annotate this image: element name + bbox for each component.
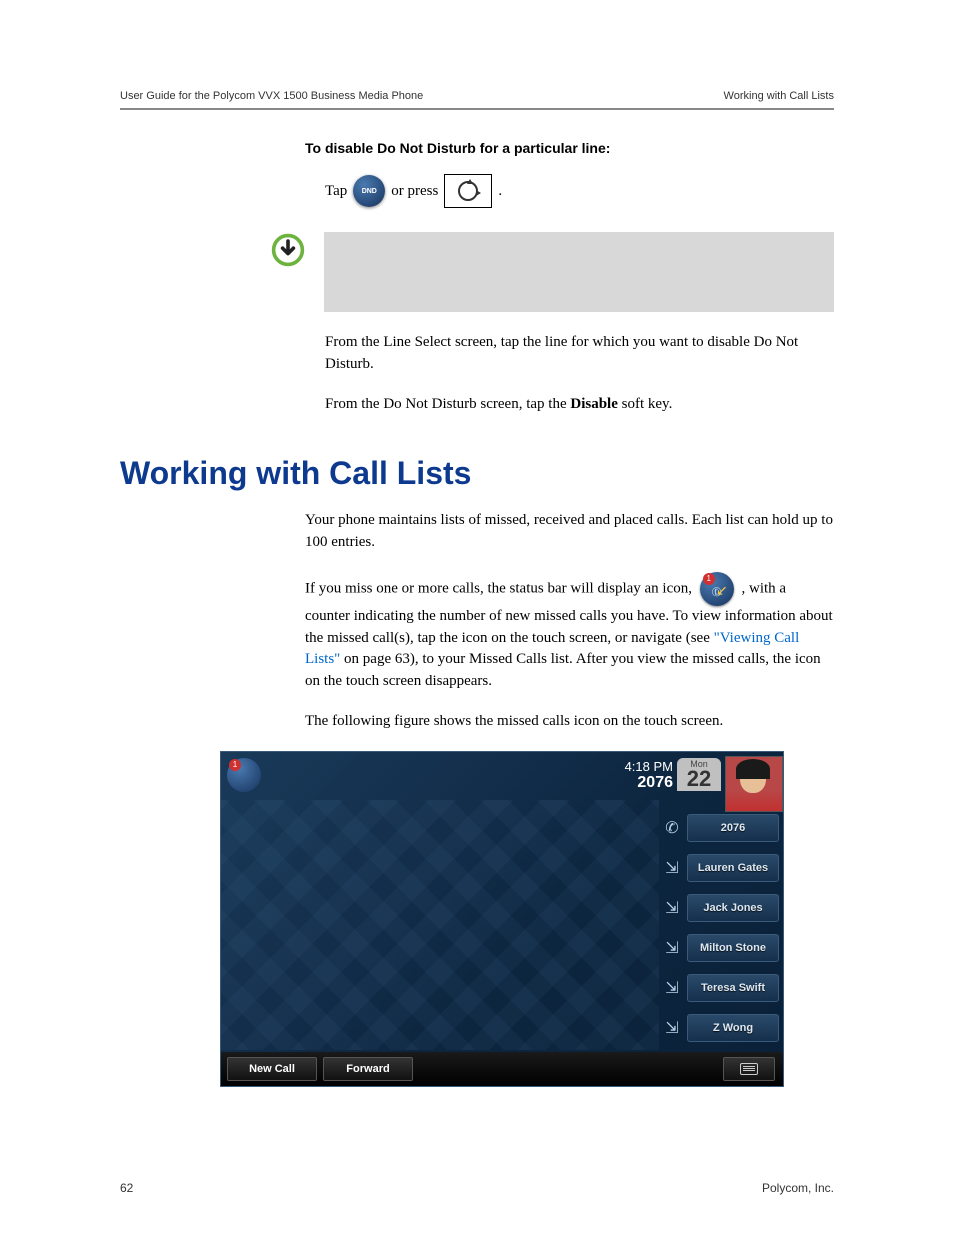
phone-time-block: 4:18 PM 2076	[625, 756, 673, 792]
calllist-para1: Your phone maintains lists of missed, re…	[305, 510, 834, 554]
speed-dial-icon: ⇲	[661, 937, 683, 959]
speed-dial-icon: ⇲	[661, 977, 683, 999]
page-number: 62	[120, 1181, 133, 1195]
page-header: User Guide for the Polycom VVX 1500 Busi…	[120, 90, 834, 110]
phone-day-num: 22	[677, 769, 721, 792]
calllist-para2: If you miss one or more calls, the statu…	[305, 572, 834, 693]
line-key-button[interactable]: 2076	[687, 814, 779, 842]
speed-dial-row[interactable]: ⇲ Teresa Swift	[661, 968, 783, 1008]
dnd-para2: From the Do Not Disturb screen, tap the …	[325, 394, 834, 416]
calllist-para3: The following figure shows the missed ca…	[305, 711, 834, 733]
speed-dial-row[interactable]: ⇲ Jack Jones	[661, 888, 783, 928]
dnd-hardkey-icon	[444, 174, 492, 208]
softkey-bar: New Call Forward	[221, 1052, 783, 1086]
speed-dial-icon: ⇲	[661, 857, 683, 879]
handset-icon: ✆	[661, 817, 683, 839]
phone-time: 4:18 PM	[625, 759, 673, 774]
speed-dial-icon: ⇲	[661, 1017, 683, 1039]
speed-dial-button[interactable]: Teresa Swift	[687, 974, 779, 1002]
menu-softkey[interactable]	[723, 1057, 775, 1081]
menu-icon	[740, 1063, 758, 1075]
period: .	[498, 183, 502, 200]
dnd-disable-heading: To disable Do Not Disturb for a particul…	[305, 140, 834, 156]
missed-calls-icon: 1 ↙ ✆	[700, 572, 734, 606]
phone-screenshot: 1 4:18 PM 2076 Mon 22 ✆ 2076 ⇲	[220, 751, 784, 1087]
speed-dial-row[interactable]: ⇲ Lauren Gates	[661, 848, 783, 888]
avatar	[725, 756, 783, 812]
note-icon	[270, 232, 306, 268]
note-box	[324, 232, 834, 312]
new-call-softkey[interactable]: New Call	[227, 1057, 317, 1081]
header-left: User Guide for the Polycom VVX 1500 Busi…	[120, 90, 423, 102]
forward-softkey[interactable]: Forward	[323, 1057, 413, 1081]
page-footer: 62 Polycom, Inc.	[120, 1181, 834, 1195]
speed-dial-button[interactable]: Milton Stone	[687, 934, 779, 962]
dnd-para1: From the Line Select screen, tap the lin…	[325, 332, 834, 376]
phone-sidebar: ✆ 2076 ⇲ Lauren Gates ⇲ Jack Jones ⇲ Mil…	[661, 808, 783, 1048]
line-key-row[interactable]: ✆ 2076	[661, 808, 783, 848]
speed-dial-row[interactable]: ⇲ Z Wong	[661, 1008, 783, 1048]
section-title-call-lists: Working with Call Lists	[120, 455, 834, 492]
note-row	[120, 232, 834, 312]
dnd-softkey-icon	[353, 175, 385, 207]
speed-dial-row[interactable]: ⇲ Milton Stone	[661, 928, 783, 968]
speed-dial-button[interactable]: Jack Jones	[687, 894, 779, 922]
phone-date-tab: Mon 22	[677, 758, 721, 792]
header-right: Working with Call Lists	[724, 90, 834, 102]
speed-dial-button[interactable]: Z Wong	[687, 1014, 779, 1042]
or-press-text: or press	[391, 183, 438, 200]
tap-text: Tap	[325, 183, 347, 200]
company-name: Polycom, Inc.	[762, 1181, 834, 1195]
instruction-line: Tap or press .	[325, 174, 834, 208]
speed-dial-icon: ⇲	[661, 897, 683, 919]
speed-dial-button[interactable]: Lauren Gates	[687, 854, 779, 882]
phone-missed-icon[interactable]: 1	[227, 758, 261, 792]
phone-ext: 2076	[625, 774, 673, 792]
